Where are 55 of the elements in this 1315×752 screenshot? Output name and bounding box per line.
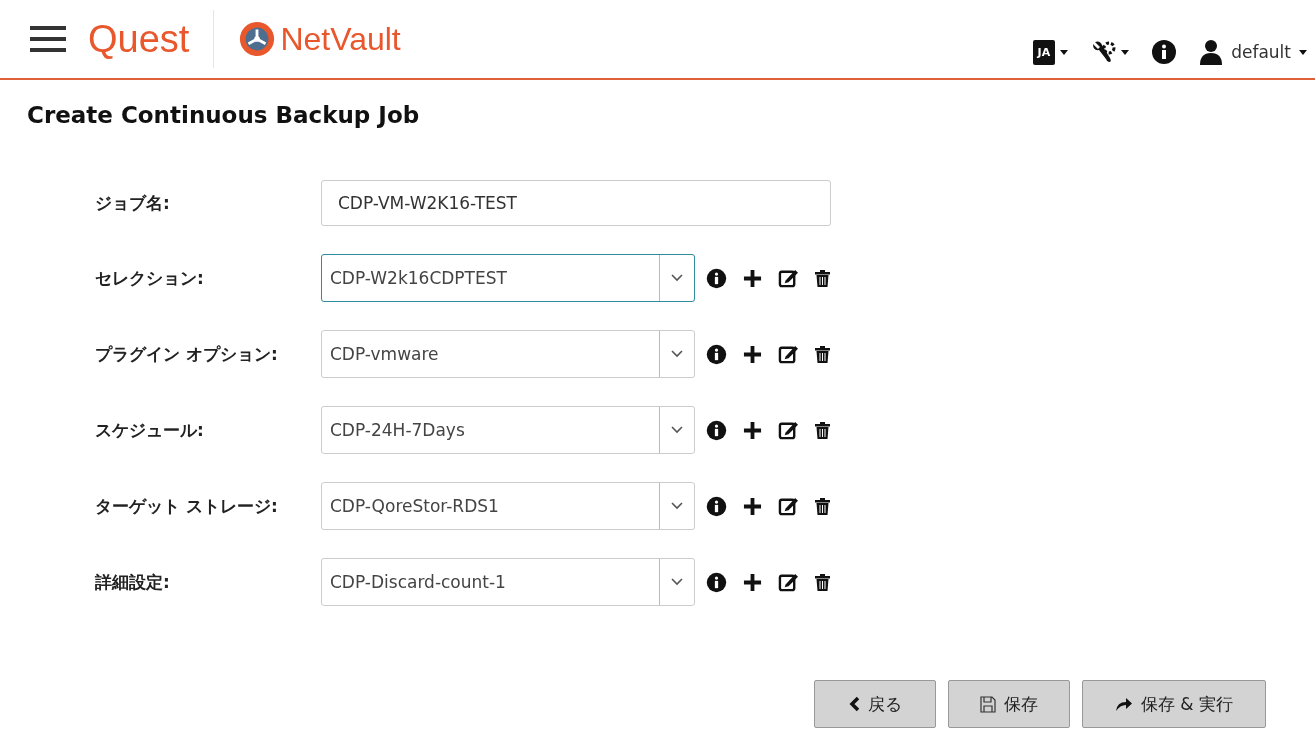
caret-icon	[1060, 49, 1069, 55]
edit-icon[interactable]	[778, 268, 799, 288]
caret-icon	[1299, 49, 1307, 55]
plus-icon[interactable]	[743, 344, 762, 364]
chevron-down-icon	[671, 274, 683, 282]
field-label: プラグイン オプション:	[95, 342, 279, 366]
product-logo-text: NetVault	[280, 20, 401, 58]
user-menu[interactable]: default	[1199, 39, 1307, 65]
settings-icon	[1090, 40, 1117, 64]
plus-icon[interactable]	[743, 420, 762, 440]
field-label: スケジュール:	[95, 418, 205, 442]
edit-icon[interactable]	[778, 420, 799, 440]
set-dropdown[interactable]: CDP-vmware	[321, 330, 695, 378]
edit-icon[interactable]	[778, 344, 799, 364]
settings-menu[interactable]	[1090, 40, 1130, 64]
plus-icon[interactable]	[743, 268, 762, 288]
trash-icon[interactable]	[815, 497, 830, 515]
set-dropdown[interactable]: CDP-QoreStor-RDS1	[321, 482, 695, 530]
chevron-down-icon	[671, 502, 683, 510]
forward-arrow-icon	[1114, 696, 1133, 712]
set-dropdown[interactable]: CDP-W2k16CDPTEST	[321, 254, 695, 302]
wheel-logo-icon	[238, 20, 277, 58]
save-button[interactable]: 保存	[948, 680, 1070, 728]
info-icon[interactable]	[706, 495, 727, 517]
info-icon[interactable]	[706, 267, 727, 289]
chevron-down-icon	[671, 426, 683, 434]
back-button[interactable]: 戻る	[814, 680, 936, 728]
trash-icon[interactable]	[815, 573, 830, 591]
edit-icon[interactable]	[778, 496, 799, 516]
info-icon[interactable]	[706, 419, 727, 441]
page-title: Create Continuous Backup Job	[27, 102, 421, 128]
info-icon[interactable]	[1151, 39, 1178, 65]
trash-icon[interactable]	[815, 269, 830, 287]
field-label: 詳細設定:	[95, 570, 171, 594]
edit-icon[interactable]	[778, 572, 799, 592]
user-icon	[1199, 39, 1224, 65]
plus-icon[interactable]	[743, 572, 762, 592]
caret-icon	[1121, 49, 1130, 55]
job-name-field[interactable]: CDP-VM-W2K16-TEST	[321, 180, 831, 226]
trash-icon[interactable]	[815, 345, 830, 363]
field-label: ジョブ名:	[95, 191, 171, 215]
field-label: セレクション:	[95, 266, 205, 290]
chevron-down-icon	[671, 578, 683, 586]
field-label: ターゲット ストレージ:	[95, 494, 279, 518]
chevron-down-icon	[671, 350, 683, 358]
trash-icon[interactable]	[815, 421, 830, 439]
brand-logo-text: Quest	[88, 17, 190, 61]
set-dropdown[interactable]: CDP-Discard-count-1	[321, 558, 695, 606]
menu-icon[interactable]	[30, 26, 66, 52]
set-dropdown[interactable]: CDP-24H-7Days	[321, 406, 695, 454]
run-button[interactable]: 保存 & 実行	[1082, 680, 1266, 728]
info-icon[interactable]	[706, 571, 727, 593]
info-icon[interactable]	[706, 343, 727, 365]
plus-icon[interactable]	[743, 496, 762, 516]
chevron-left-icon	[848, 696, 860, 712]
